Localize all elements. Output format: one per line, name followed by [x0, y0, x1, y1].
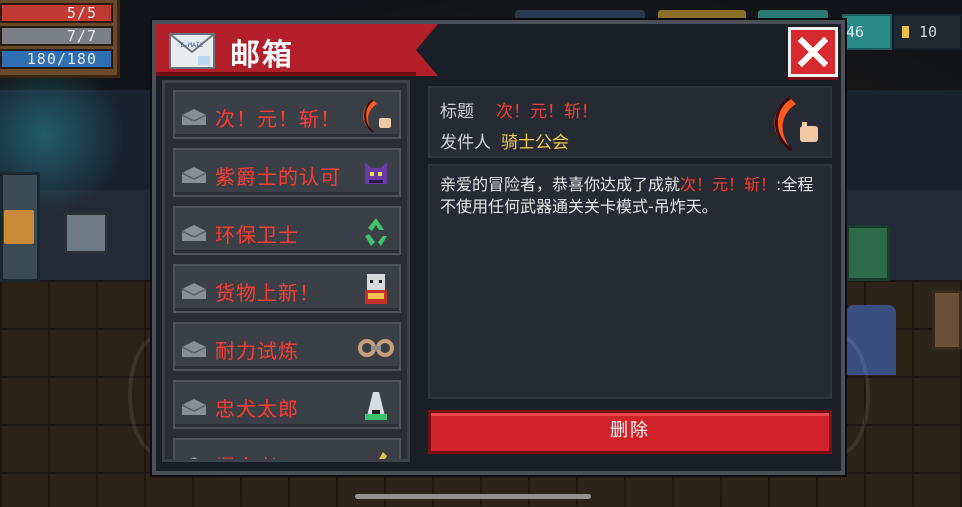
- gem-counter: 46: [842, 14, 892, 50]
- title-value: 次！元！斩！: [496, 102, 598, 122]
- sender-value: 骑士公会: [501, 133, 569, 153]
- close-button[interactable]: [788, 27, 838, 77]
- vending-cat-icon: [365, 274, 387, 304]
- envelope-icon: [182, 109, 206, 125]
- mail-item-stamina-trial[interactable]: 耐力试炼: [173, 322, 401, 371]
- mail-detail-header: 标题 次！元！斩！ 发件人 骑士公会: [428, 86, 832, 158]
- body-prefix: 亲爱的冒险者，恭喜你达成了成就: [440, 175, 681, 194]
- purple-knight-icon: [365, 162, 387, 184]
- energy-value: 180/180: [26, 50, 97, 68]
- coin-value: 10: [919, 23, 938, 41]
- coin-icon: [902, 26, 909, 38]
- home-indicator: [355, 494, 591, 499]
- delete-button[interactable]: 删除: [428, 410, 832, 454]
- right-vending-machine: [846, 225, 890, 281]
- envelope-icon: [182, 341, 206, 357]
- armor-value: 7/7: [66, 27, 97, 45]
- crescent-blade-icon: [774, 96, 818, 152]
- mail-item-purple-knight[interactable]: 紫爵士的认可: [173, 148, 401, 197]
- envelope-icon: [182, 167, 206, 183]
- status-panel: 5/5 7/7 180/180: [0, 0, 120, 78]
- mail-item-label: 货物上新！: [215, 281, 320, 305]
- mail-body-text: 亲爱的冒险者，恭喜你达成了成就次！元！斩！:全程不使用任何武器通关关卡模式-吊炸…: [440, 174, 820, 218]
- mail-item-loyal-dog[interactable]: 忠犬太郎: [173, 380, 401, 429]
- mail-title-row: 标题 次！元！斩！: [440, 97, 598, 122]
- close-icon: [798, 37, 828, 67]
- treasure-chest: [64, 212, 108, 254]
- mail-item-new-goods[interactable]: 货物上新！: [173, 264, 401, 313]
- svg-text:E-MAIL: E-MAIL: [180, 41, 204, 49]
- envelope-icon: [182, 399, 206, 415]
- mailbox-title: 邮箱: [230, 38, 294, 73]
- envelope-icon: [182, 283, 206, 299]
- mail-item-eco-guardian[interactable]: 环保卫士: [173, 206, 401, 255]
- mail-sender-row: 发件人 骑士公会: [440, 128, 569, 153]
- health-value: 5/5: [66, 4, 97, 22]
- left-screen: [4, 210, 34, 244]
- dog-bowl-icon: [365, 392, 387, 420]
- mail-list[interactable]: 次！元！斩！ 紫爵士的认可 环保卫士 货物上新！ 耐力试炼 忠犬太郎: [162, 80, 410, 462]
- envelope-icon: [182, 225, 206, 241]
- coin-counter: 10: [892, 14, 962, 50]
- dumbbell-icon: [358, 339, 394, 357]
- mail-icon: E-MAIL: [169, 33, 215, 69]
- mail-item-label: 爆金者: [215, 451, 278, 459]
- mail-detail-body: 亲爱的冒险者，恭喜你达成了成就次！元！斩！:全程不使用任何武器通关关卡模式-吊炸…: [428, 164, 832, 399]
- mail-item-label: 环保卫士: [215, 223, 299, 247]
- health-bar: 5/5: [0, 3, 113, 23]
- mail-item-label: 紫爵士的认可: [215, 165, 341, 189]
- mail-item-label: 次！元！斩！: [215, 107, 341, 131]
- mail-item-label: 耐力试炼: [215, 339, 299, 363]
- energy-bar: 180/180: [0, 49, 113, 69]
- mailbox-window: E-MAIL 邮箱 次！元！斩！ 紫爵士的认可 环保卫士 货物上新！ 耐力试炼 …: [152, 20, 845, 475]
- crescent-blade-icon: [363, 99, 391, 133]
- mailbox-title-banner: E-MAIL 邮箱: [156, 24, 438, 76]
- armor-bar: 7/7: [0, 26, 113, 46]
- envelope-icon: [190, 457, 198, 459]
- gold-icon: [379, 452, 387, 459]
- mail-item-gold-burst[interactable]: 爆金者: [173, 438, 401, 459]
- recycle-icon: [365, 218, 387, 246]
- mail-item-dimension-slash[interactable]: 次！元！斩！: [173, 90, 401, 139]
- gem-value: 46: [846, 23, 865, 41]
- body-highlight: 次！元！斩！: [680, 175, 777, 194]
- right-board: [932, 290, 962, 350]
- mail-item-label: 忠犬太郎: [215, 397, 299, 421]
- title-label: 标题: [440, 102, 474, 122]
- sender-label: 发件人: [440, 133, 491, 153]
